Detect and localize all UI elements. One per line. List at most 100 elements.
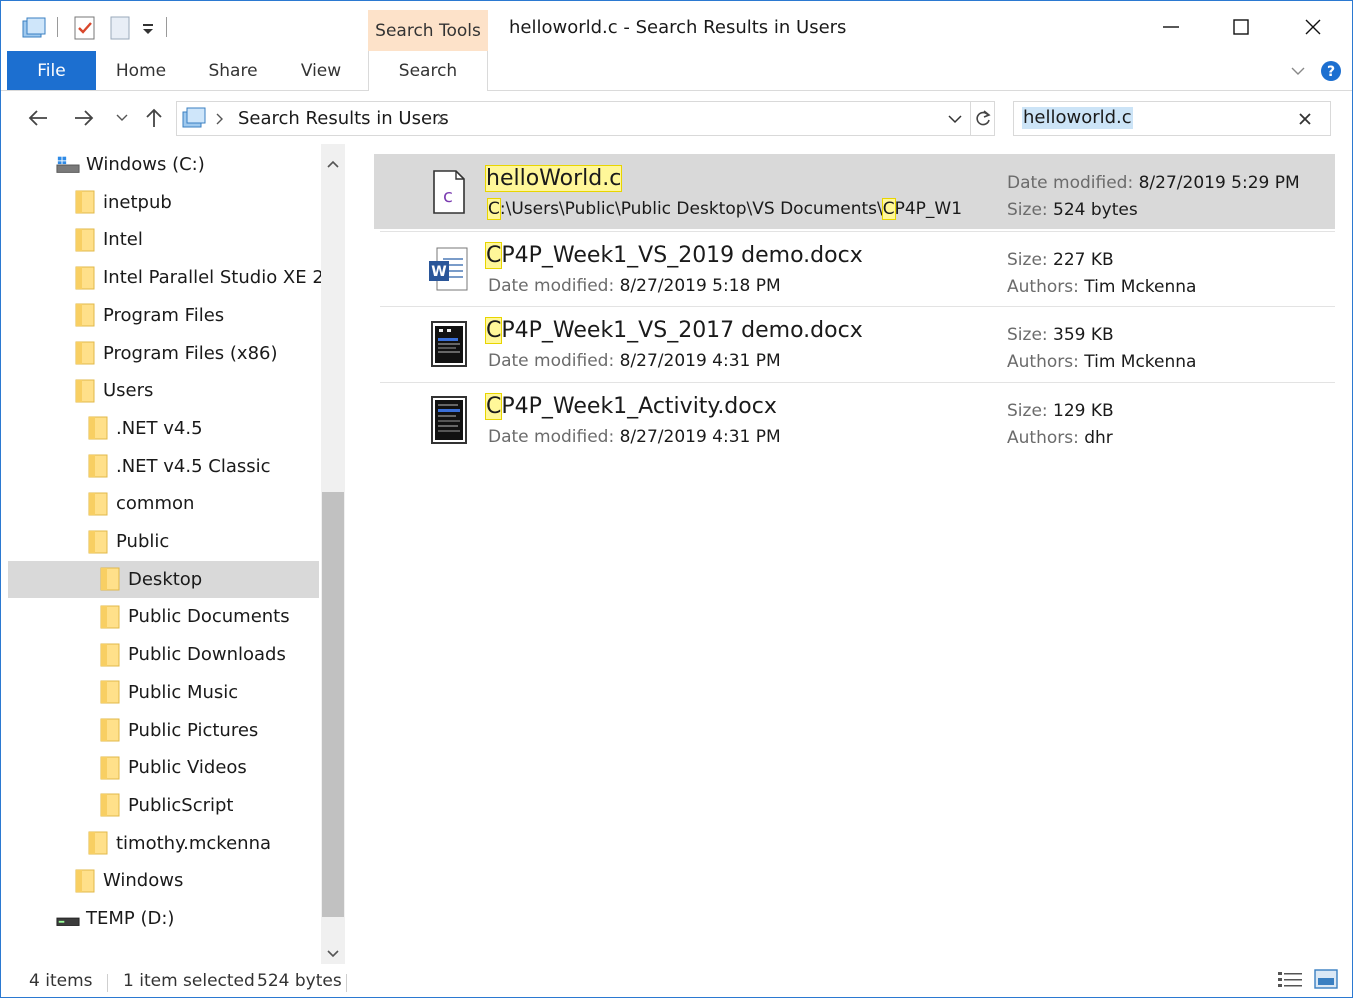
tree-item[interactable]: .NET v4.5 bbox=[8, 410, 319, 447]
folder-icon bbox=[73, 266, 97, 290]
result-name[interactable]: CP4P_Week1_VS_2019 demo.docx bbox=[484, 242, 863, 269]
tree-item[interactable]: Intel bbox=[8, 221, 319, 258]
status-item-count: 4 items bbox=[29, 971, 93, 991]
explorer-app-icon[interactable] bbox=[21, 13, 47, 43]
result-name[interactable]: CP4P_Week1_Activity.docx bbox=[484, 393, 777, 420]
new-folder-icon[interactable] bbox=[109, 13, 133, 43]
refresh-icon bbox=[976, 110, 991, 126]
tree-item[interactable]: TEMP (D:) bbox=[8, 900, 319, 937]
tree-item[interactable]: .NET v4.5 Classic bbox=[8, 448, 319, 485]
status-bar: 4 items 1 item selected 524 bytes bbox=[1, 964, 1352, 997]
tree-item[interactable]: Public bbox=[8, 523, 319, 560]
tree-item-label: inetpub bbox=[103, 191, 172, 213]
tab-file[interactable]: File bbox=[7, 51, 96, 90]
tree-item-label: Public Documents bbox=[128, 606, 290, 628]
address-bar[interactable]: Search Results in Users bbox=[176, 101, 995, 136]
scroll-down-button[interactable] bbox=[327, 944, 339, 964]
tree-item[interactable]: Windows (C:) bbox=[8, 146, 319, 183]
folder-icon bbox=[73, 190, 97, 214]
breadcrumb-chevron-icon[interactable] bbox=[436, 111, 446, 131]
folder-icon bbox=[73, 228, 97, 252]
result-date-modified: Date modified: 8/27/2019 5:18 PM bbox=[488, 276, 781, 296]
clear-search-button[interactable] bbox=[1298, 111, 1312, 131]
folder-icon bbox=[86, 454, 110, 478]
customize-qat-icon[interactable] bbox=[141, 13, 155, 43]
tree-scrollbar[interactable] bbox=[321, 144, 345, 964]
tree-item[interactable]: Program Files bbox=[8, 297, 319, 334]
refresh-button[interactable] bbox=[974, 109, 992, 134]
tree-item[interactable]: Program Files (x86) bbox=[8, 335, 319, 372]
tree-item[interactable]: Public Pictures bbox=[8, 712, 319, 749]
arrow-left-icon bbox=[28, 110, 47, 126]
folder-icon bbox=[86, 416, 110, 440]
search-tools-context-label: Search Tools bbox=[368, 10, 488, 51]
maximize-icon bbox=[1233, 19, 1249, 35]
folder-icon bbox=[98, 756, 122, 780]
result-row[interactable]: CP4P_Week1_Activity.docx Date modified: … bbox=[374, 382, 1335, 457]
status-selected: 1 item selected bbox=[123, 971, 255, 991]
tree-item[interactable]: Public Videos bbox=[8, 749, 319, 786]
details-view-button[interactable] bbox=[1277, 970, 1303, 995]
minimize-button[interactable] bbox=[1137, 5, 1205, 49]
folder-icon bbox=[98, 680, 122, 704]
tree-item-label: .NET v4.5 Classic bbox=[116, 455, 271, 477]
svg-text:?: ? bbox=[1327, 64, 1335, 80]
tab-view[interactable]: View bbox=[289, 51, 353, 90]
tab-home[interactable]: Home bbox=[107, 51, 175, 90]
back-button[interactable] bbox=[23, 100, 53, 136]
search-input[interactable]: helloworld.c bbox=[1022, 107, 1133, 129]
scroll-up-button[interactable] bbox=[327, 154, 339, 174]
folder-icon bbox=[98, 793, 122, 817]
title-bar: Search Tools helloworld.c - Search Resul… bbox=[1, 1, 1352, 51]
navigation-bar: Search Results in Users helloworld.c bbox=[1, 92, 1352, 144]
folder-icon bbox=[98, 567, 122, 591]
tree-item-label: TEMP (D:) bbox=[86, 908, 175, 929]
result-authors: Authors: dhr bbox=[1007, 428, 1113, 448]
result-name[interactable]: CP4P_Week1_VS_2017 demo.docx bbox=[484, 317, 863, 344]
tab-search[interactable]: Search bbox=[368, 51, 488, 91]
recent-locations-button[interactable] bbox=[111, 100, 133, 136]
breadcrumb-search-results[interactable]: Search Results in Users bbox=[238, 108, 449, 129]
forward-button[interactable] bbox=[69, 100, 99, 136]
large-icons-view-button[interactable] bbox=[1314, 968, 1338, 995]
result-row[interactable]: W CP4P_Week1_VS_2019 demo.docx Date modi… bbox=[374, 231, 1335, 306]
address-dropdown-button[interactable] bbox=[947, 111, 963, 131]
tab-share[interactable]: Share bbox=[199, 51, 267, 90]
ribbon-tabs: File Home Share View Search ? bbox=[1, 51, 1352, 91]
properties-icon[interactable] bbox=[73, 13, 97, 43]
result-row[interactable]: c helloWorld.c C:\Users\Public\Public De… bbox=[374, 154, 1335, 229]
tree-item[interactable]: common bbox=[8, 485, 319, 522]
result-name[interactable]: helloWorld.c bbox=[484, 165, 623, 192]
word-doc-icon: W bbox=[426, 245, 472, 293]
folder-icon bbox=[73, 341, 97, 365]
maximize-button[interactable] bbox=[1207, 5, 1275, 49]
folder-icon bbox=[98, 643, 122, 667]
tree-item[interactable]: Users bbox=[8, 372, 319, 409]
up-button[interactable] bbox=[139, 100, 169, 136]
tree-item-label: Public Pictures bbox=[128, 719, 259, 741]
tree-item[interactable]: Windows bbox=[8, 862, 319, 899]
breadcrumb-separator-icon[interactable] bbox=[215, 111, 225, 131]
tree-item-label: PublicScript bbox=[128, 794, 234, 816]
tree-item[interactable]: Intel Parallel Studio XE 201 bbox=[8, 259, 345, 296]
folder-icon bbox=[98, 718, 122, 742]
tree-item[interactable]: inetpub bbox=[8, 184, 319, 221]
tree-item[interactable]: Public Music bbox=[8, 674, 319, 711]
tree-item-label: Program Files (x86) bbox=[103, 342, 278, 364]
search-box[interactable]: helloworld.c bbox=[1013, 101, 1331, 136]
tree-item[interactable]: timothy.mckenna bbox=[8, 825, 319, 862]
close-button[interactable] bbox=[1279, 5, 1347, 49]
result-row[interactable]: CP4P_Week1_VS_2017 demo.docx Date modifi… bbox=[374, 306, 1335, 381]
close-icon bbox=[1305, 19, 1321, 35]
window-title: helloworld.c - Search Results in Users bbox=[509, 17, 847, 38]
ribbon-expand-button[interactable] bbox=[1285, 51, 1311, 90]
scroll-thumb[interactable] bbox=[322, 492, 344, 917]
minimize-icon bbox=[1163, 26, 1179, 28]
tree-item[interactable]: Desktop bbox=[8, 560, 319, 598]
help-button[interactable]: ? bbox=[1318, 51, 1344, 90]
search-results-list: c helloWorld.c C:\Users\Public\Public De… bbox=[374, 154, 1349, 964]
tree-item[interactable]: Public Downloads bbox=[8, 636, 319, 673]
result-size: Size: 359 KB bbox=[1007, 325, 1114, 345]
tree-item[interactable]: Public Documents bbox=[8, 598, 319, 635]
tree-item[interactable]: PublicScript bbox=[8, 787, 319, 824]
